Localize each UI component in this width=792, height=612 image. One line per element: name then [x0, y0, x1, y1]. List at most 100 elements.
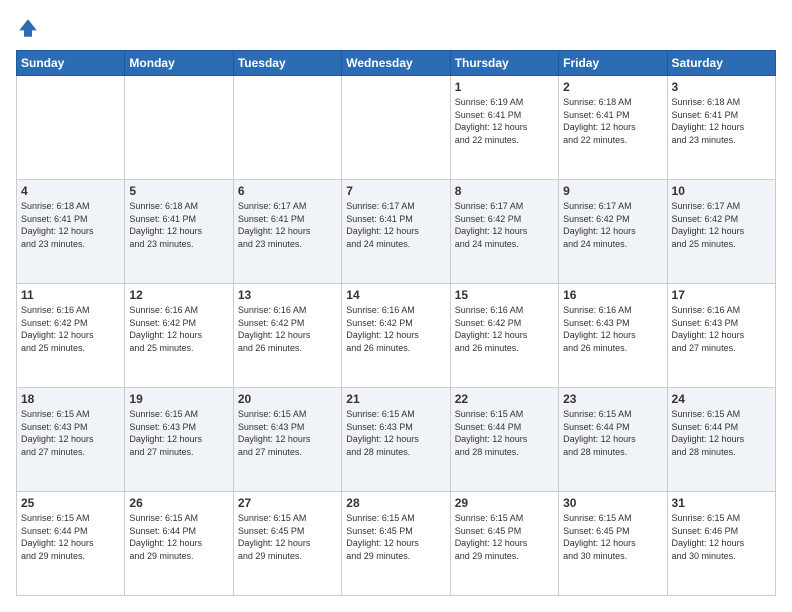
- day-header-friday: Friday: [559, 51, 667, 76]
- day-number: 31: [672, 496, 771, 510]
- day-cell: 27 Sunrise: 6:15 AM Sunset: 6:45 PM Dayli…: [233, 492, 341, 596]
- day-info: Sunrise: 6:16 AM Sunset: 6:42 PM Dayligh…: [129, 304, 228, 354]
- day-cell: 16 Sunrise: 6:16 AM Sunset: 6:43 PM Dayli…: [559, 284, 667, 388]
- day-info: Sunrise: 6:15 AM Sunset: 6:44 PM Dayligh…: [21, 512, 120, 562]
- day-info: Sunrise: 6:15 AM Sunset: 6:45 PM Dayligh…: [563, 512, 662, 562]
- day-number: 24: [672, 392, 771, 406]
- day-number: 14: [346, 288, 445, 302]
- day-number: 13: [238, 288, 337, 302]
- day-number: 30: [563, 496, 662, 510]
- week-row-4: 18 Sunrise: 6:15 AM Sunset: 6:43 PM Dayli…: [17, 388, 776, 492]
- day-info: Sunrise: 6:15 AM Sunset: 6:43 PM Dayligh…: [21, 408, 120, 458]
- day-number: 12: [129, 288, 228, 302]
- logo-icon: [16, 16, 40, 40]
- day-number: 11: [21, 288, 120, 302]
- day-number: 9: [563, 184, 662, 198]
- day-number: 27: [238, 496, 337, 510]
- day-cell: 14 Sunrise: 6:16 AM Sunset: 6:42 PM Dayli…: [342, 284, 450, 388]
- week-row-5: 25 Sunrise: 6:15 AM Sunset: 6:44 PM Dayli…: [17, 492, 776, 596]
- day-number: 6: [238, 184, 337, 198]
- day-cell: 22 Sunrise: 6:15 AM Sunset: 6:44 PM Dayli…: [450, 388, 558, 492]
- day-info: Sunrise: 6:17 AM Sunset: 6:41 PM Dayligh…: [346, 200, 445, 250]
- day-number: 3: [672, 80, 771, 94]
- day-number: 7: [346, 184, 445, 198]
- day-number: 17: [672, 288, 771, 302]
- day-header-tuesday: Tuesday: [233, 51, 341, 76]
- day-info: Sunrise: 6:15 AM Sunset: 6:45 PM Dayligh…: [238, 512, 337, 562]
- day-info: Sunrise: 6:16 AM Sunset: 6:42 PM Dayligh…: [238, 304, 337, 354]
- day-cell: 20 Sunrise: 6:15 AM Sunset: 6:43 PM Dayli…: [233, 388, 341, 492]
- day-number: 16: [563, 288, 662, 302]
- day-cell: 21 Sunrise: 6:15 AM Sunset: 6:43 PM Dayli…: [342, 388, 450, 492]
- day-cell: 5Sunrise: 6:18 AM Sunset: 6:41 PM Daylig…: [125, 180, 233, 284]
- day-info: Sunrise: 6:17 AM Sunset: 6:42 PM Dayligh…: [455, 200, 554, 250]
- day-cell: [125, 76, 233, 180]
- day-number: 19: [129, 392, 228, 406]
- day-info: Sunrise: 6:15 AM Sunset: 6:44 PM Dayligh…: [455, 408, 554, 458]
- day-number: 1: [455, 80, 554, 94]
- day-number: 22: [455, 392, 554, 406]
- day-cell: 23Sunrise: 6:15 AM Sunset: 6:44 PM Dayli…: [559, 388, 667, 492]
- day-info: Sunrise: 6:15 AM Sunset: 6:43 PM Dayligh…: [346, 408, 445, 458]
- day-cell: [233, 76, 341, 180]
- day-info: Sunrise: 6:17 AM Sunset: 6:42 PM Dayligh…: [672, 200, 771, 250]
- day-cell: 26Sunrise: 6:15 AM Sunset: 6:44 PM Dayli…: [125, 492, 233, 596]
- day-info: Sunrise: 6:15 AM Sunset: 6:45 PM Dayligh…: [346, 512, 445, 562]
- week-row-3: 11 Sunrise: 6:16 AM Sunset: 6:42 PM Dayli…: [17, 284, 776, 388]
- day-number: 25: [21, 496, 120, 510]
- day-info: Sunrise: 6:15 AM Sunset: 6:44 PM Dayligh…: [672, 408, 771, 458]
- day-info: Sunrise: 6:17 AM Sunset: 6:41 PM Dayligh…: [238, 200, 337, 250]
- day-number: 15: [455, 288, 554, 302]
- day-cell: 8 Sunrise: 6:17 AM Sunset: 6:42 PM Daylig…: [450, 180, 558, 284]
- day-cell: 17 Sunrise: 6:16 AM Sunset: 6:43 PM Dayli…: [667, 284, 775, 388]
- calendar-body: 1 Sunrise: 6:19 AM Sunset: 6:41 PM Daylig…: [17, 76, 776, 596]
- day-cell: 7 Sunrise: 6:17 AM Sunset: 6:41 PM Daylig…: [342, 180, 450, 284]
- page: SundayMondayTuesdayWednesdayThursdayFrid…: [0, 0, 792, 612]
- header-row: SundayMondayTuesdayWednesdayThursdayFrid…: [17, 51, 776, 76]
- day-info: Sunrise: 6:17 AM Sunset: 6:42 PM Dayligh…: [563, 200, 662, 250]
- day-cell: 28 Sunrise: 6:15 AM Sunset: 6:45 PM Dayli…: [342, 492, 450, 596]
- calendar-table: SundayMondayTuesdayWednesdayThursdayFrid…: [16, 50, 776, 596]
- day-header-wednesday: Wednesday: [342, 51, 450, 76]
- day-cell: 31 Sunrise: 6:15 AM Sunset: 6:46 PM Dayli…: [667, 492, 775, 596]
- day-number: 21: [346, 392, 445, 406]
- day-info: Sunrise: 6:18 AM Sunset: 6:41 PM Dayligh…: [21, 200, 120, 250]
- day-cell: 10Sunrise: 6:17 AM Sunset: 6:42 PM Dayli…: [667, 180, 775, 284]
- day-info: Sunrise: 6:16 AM Sunset: 6:42 PM Dayligh…: [346, 304, 445, 354]
- day-cell: 6 Sunrise: 6:17 AM Sunset: 6:41 PM Daylig…: [233, 180, 341, 284]
- day-number: 23: [563, 392, 662, 406]
- day-cell: 15 Sunrise: 6:16 AM Sunset: 6:42 PM Dayli…: [450, 284, 558, 388]
- day-number: 29: [455, 496, 554, 510]
- day-cell: 12 Sunrise: 6:16 AM Sunset: 6:42 PM Dayli…: [125, 284, 233, 388]
- day-number: 26: [129, 496, 228, 510]
- day-info: Sunrise: 6:15 AM Sunset: 6:46 PM Dayligh…: [672, 512, 771, 562]
- day-info: Sunrise: 6:16 AM Sunset: 6:43 PM Dayligh…: [563, 304, 662, 354]
- day-number: 28: [346, 496, 445, 510]
- day-info: Sunrise: 6:16 AM Sunset: 6:43 PM Dayligh…: [672, 304, 771, 354]
- day-info: Sunrise: 6:16 AM Sunset: 6:42 PM Dayligh…: [21, 304, 120, 354]
- day-header-saturday: Saturday: [667, 51, 775, 76]
- day-number: 20: [238, 392, 337, 406]
- day-info: Sunrise: 6:15 AM Sunset: 6:43 PM Dayligh…: [129, 408, 228, 458]
- day-number: 5: [129, 184, 228, 198]
- day-cell: 9 Sunrise: 6:17 AM Sunset: 6:42 PM Daylig…: [559, 180, 667, 284]
- day-cell: 29 Sunrise: 6:15 AM Sunset: 6:45 PM Dayli…: [450, 492, 558, 596]
- day-number: 18: [21, 392, 120, 406]
- logo: [16, 16, 44, 40]
- week-row-1: 1 Sunrise: 6:19 AM Sunset: 6:41 PM Daylig…: [17, 76, 776, 180]
- day-info: Sunrise: 6:16 AM Sunset: 6:42 PM Dayligh…: [455, 304, 554, 354]
- day-info: Sunrise: 6:19 AM Sunset: 6:41 PM Dayligh…: [455, 96, 554, 146]
- header: [16, 16, 776, 40]
- day-number: 2: [563, 80, 662, 94]
- day-cell: 1 Sunrise: 6:19 AM Sunset: 6:41 PM Daylig…: [450, 76, 558, 180]
- day-cell: 4 Sunrise: 6:18 AM Sunset: 6:41 PM Daylig…: [17, 180, 125, 284]
- day-info: Sunrise: 6:15 AM Sunset: 6:43 PM Dayligh…: [238, 408, 337, 458]
- day-cell: 30 Sunrise: 6:15 AM Sunset: 6:45 PM Dayli…: [559, 492, 667, 596]
- day-header-monday: Monday: [125, 51, 233, 76]
- day-info: Sunrise: 6:15 AM Sunset: 6:45 PM Dayligh…: [455, 512, 554, 562]
- day-number: 4: [21, 184, 120, 198]
- day-cell: [342, 76, 450, 180]
- day-number: 8: [455, 184, 554, 198]
- day-cell: 2Sunrise: 6:18 AM Sunset: 6:41 PM Daylig…: [559, 76, 667, 180]
- day-cell: 11 Sunrise: 6:16 AM Sunset: 6:42 PM Dayli…: [17, 284, 125, 388]
